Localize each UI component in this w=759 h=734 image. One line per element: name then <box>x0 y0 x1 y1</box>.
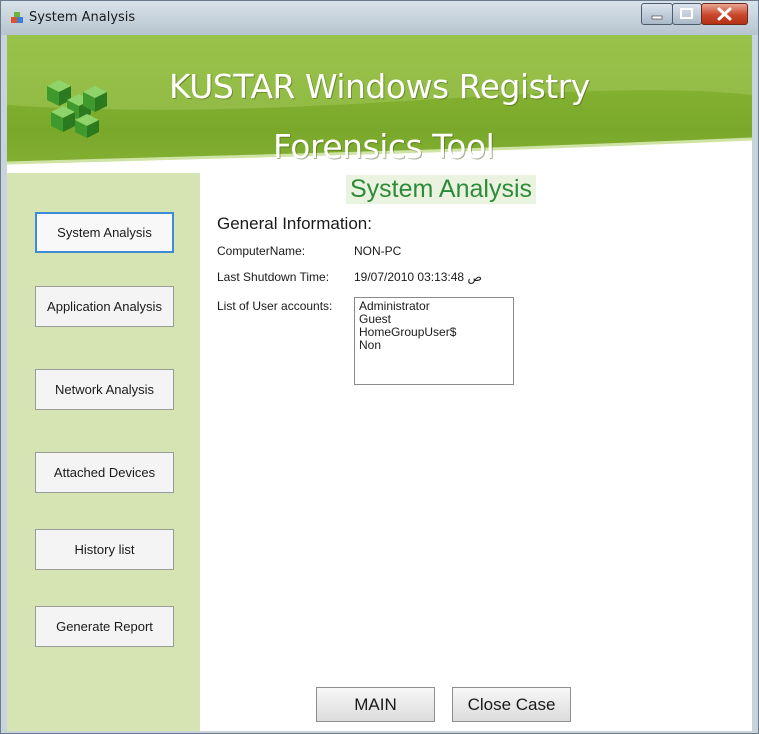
system-analysis-button[interactable]: System Analysis <box>35 212 174 253</box>
header-banner: KUSTAR Windows Registry Forensics Tool <box>7 35 752 173</box>
app-icon <box>11 12 23 23</box>
window-title: System Analysis <box>29 10 136 25</box>
network-analysis-button[interactable]: Network Analysis <box>35 369 174 410</box>
attached-devices-button[interactable]: Attached Devices <box>35 452 174 493</box>
minimize-button[interactable] <box>641 3 673 25</box>
close-case-button[interactable]: Close Case <box>452 687 571 722</box>
maximize-button[interactable] <box>672 3 702 25</box>
application-window: System Analysis KUSTAR Windows Registry … <box>0 0 759 734</box>
history-list-button[interactable]: History list <box>35 529 174 570</box>
banner-title-line-2: Forensics Tool <box>273 127 495 166</box>
main-button[interactable]: MAIN <box>316 687 435 722</box>
minimize-icon <box>651 15 663 20</box>
close-icon <box>717 7 732 21</box>
section-title: System Analysis <box>346 175 537 204</box>
general-information-heading: General Information: <box>217 214 372 233</box>
list-item[interactable]: HomeGroupUser$ <box>359 326 509 339</box>
title-bar[interactable]: System Analysis <box>1 1 758 35</box>
last-shutdown-value: 19/07/2010 03:13:48 ص <box>354 270 482 284</box>
list-item[interactable]: Non <box>359 339 509 352</box>
banner-title-line-1: KUSTAR Windows Registry <box>169 67 590 106</box>
sidebar-nav: System Analysis Application Analysis Net… <box>7 173 200 731</box>
application-analysis-button[interactable]: Application Analysis <box>35 286 174 327</box>
close-button[interactable] <box>701 3 748 25</box>
computer-name-value: NON-PC <box>354 244 402 258</box>
user-accounts-listbox[interactable]: Administrator Guest HomeGroupUser$ Non <box>354 297 514 385</box>
computer-name-label: ComputerName: <box>217 244 306 258</box>
content-panel: System Analysis General Information: Com… <box>200 173 752 731</box>
registry-cubes-logo <box>47 80 107 138</box>
user-accounts-label: List of User accounts: <box>217 299 333 313</box>
last-shutdown-label: Last Shutdown Time: <box>217 270 330 284</box>
generate-report-button[interactable]: Generate Report <box>35 606 174 647</box>
maximize-icon <box>680 8 693 19</box>
